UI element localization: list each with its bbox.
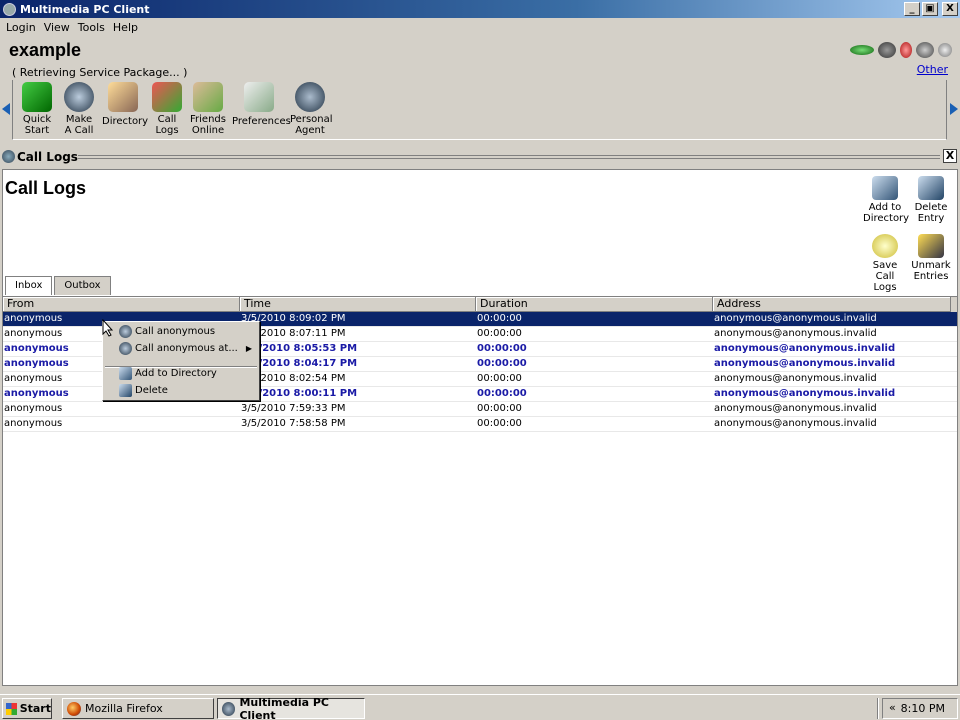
quick-start-button[interactable]: Quick Start [22, 82, 52, 136]
directory-button[interactable]: Directory [102, 82, 148, 127]
clock[interactable]: 8:10 PM [901, 702, 945, 715]
mouse-cursor-icon [102, 319, 114, 337]
table-header: From Time Duration Address [3, 296, 957, 312]
taskbar: Start Mozilla Firefox Multimedia PC Clie… [0, 694, 960, 720]
delete-entry-icon [119, 384, 132, 397]
friends-online-button[interactable]: Friends Online [190, 82, 226, 136]
menu-login[interactable]: Login [2, 21, 40, 34]
call-logs-button[interactable]: Call Logs [150, 82, 184, 136]
app-icon [3, 2, 16, 16]
menu-tools[interactable]: Tools [74, 21, 109, 34]
table-row[interactable]: anonymous 3/5/2010 7:58:58 PM 00:00:00 a… [3, 417, 957, 432]
header: example ( Retrieving Service Package... … [0, 36, 960, 80]
settings-icon[interactable] [938, 43, 952, 57]
window-title: Multimedia PC Client [20, 2, 150, 16]
pane-divider [78, 155, 940, 159]
context-menu: Call anonymous Call anonymous at... ▶ Ad… [102, 321, 260, 401]
connection-icon[interactable] [850, 45, 874, 55]
make-a-call-button[interactable]: Make A Call [62, 82, 96, 136]
phone-icon [64, 82, 94, 112]
delete-entry-button[interactable]: Delete Entry [911, 176, 951, 224]
taskbar-multimedia-client[interactable]: Multimedia PC Client [217, 696, 365, 720]
call-logs-pane-icon [2, 150, 15, 163]
table-row[interactable]: anonymous 3/5/2010 7:59:33 PM 00:00:00 a… [3, 402, 957, 417]
taskbar-firefox[interactable]: Mozilla Firefox [62, 698, 214, 719]
tray-expand-icon[interactable]: « [889, 701, 896, 714]
tray-separator [877, 698, 879, 719]
call-logs-icon [152, 82, 182, 112]
menu-view[interactable]: View [40, 21, 74, 34]
scroll-right-icon[interactable] [949, 102, 959, 116]
system-tray: « 8:10 PM [882, 698, 958, 719]
pane-close-button[interactable]: X [943, 149, 957, 163]
page-title: Call Logs [5, 178, 87, 198]
menu-item-call[interactable]: Call anonymous [119, 325, 215, 338]
submenu-arrow-icon: ▶ [245, 344, 252, 353]
column-from[interactable]: From [3, 297, 240, 312]
column-address[interactable]: Address [713, 297, 951, 312]
add-contact-icon [872, 176, 898, 200]
save-icon [872, 234, 898, 258]
scroll-left-icon[interactable] [1, 102, 11, 116]
firefox-icon [67, 701, 81, 716]
title-bar: Multimedia PC Client _ ▣ X [0, 0, 960, 18]
friends-icon [193, 82, 223, 112]
unmark-entries-button[interactable]: Unmark Entries [911, 234, 951, 282]
delete-entry-icon [918, 176, 944, 200]
tab-outbox[interactable]: Outbox [54, 276, 111, 295]
column-time[interactable]: Time [240, 297, 476, 312]
personal-agent-button[interactable]: Personal Agent [290, 82, 333, 136]
phone-icon [119, 325, 132, 338]
preferences-button[interactable]: Preferences [232, 82, 291, 127]
app-icon [222, 701, 236, 716]
menu-item-call-at[interactable]: Call anonymous at... [119, 342, 238, 355]
maximize-button[interactable]: ▣ [922, 2, 938, 16]
add-to-directory-button[interactable]: Add to Directory [863, 176, 909, 224]
eraser-icon [918, 234, 944, 258]
tab-inbox[interactable]: Inbox [5, 276, 53, 295]
presence-icon[interactable] [878, 42, 896, 58]
menu-help[interactable]: Help [109, 21, 142, 34]
save-call-logs-button[interactable]: Save Call Logs [863, 234, 907, 293]
add-contact-icon [119, 367, 132, 380]
call-logs-panel: Call Logs Add to Directory Delete Entry … [2, 169, 958, 686]
do-not-disturb-icon[interactable] [900, 42, 912, 58]
user-name: example [9, 40, 82, 60]
status-icons [850, 42, 952, 58]
menu-item-add-to-directory[interactable]: Add to Directory [119, 367, 217, 380]
service-status: ( Retrieving Service Package... ) [12, 66, 188, 79]
tab-bar: Inbox Outbox [5, 276, 113, 295]
column-duration[interactable]: Duration [476, 297, 713, 312]
flag-icon [22, 82, 52, 112]
other-link[interactable]: Other [917, 63, 948, 76]
menu-bar: Login View Tools Help [0, 18, 960, 36]
close-button[interactable]: X [942, 2, 958, 16]
minimize-button[interactable]: _ [904, 2, 920, 16]
phone-icon [119, 342, 132, 355]
preferences-icon [244, 82, 274, 112]
pane-title: Call Logs [17, 150, 78, 164]
directory-icon [108, 82, 138, 112]
windows-logo-icon [6, 702, 17, 715]
camera-icon[interactable] [916, 42, 934, 58]
start-button[interactable]: Start [2, 698, 52, 719]
menu-item-delete[interactable]: Delete [119, 384, 168, 397]
agent-icon [295, 82, 325, 112]
pane-header: Call Logs X [0, 148, 960, 166]
toolbar: Quick Start Make A Call Directory Call L… [0, 80, 960, 140]
